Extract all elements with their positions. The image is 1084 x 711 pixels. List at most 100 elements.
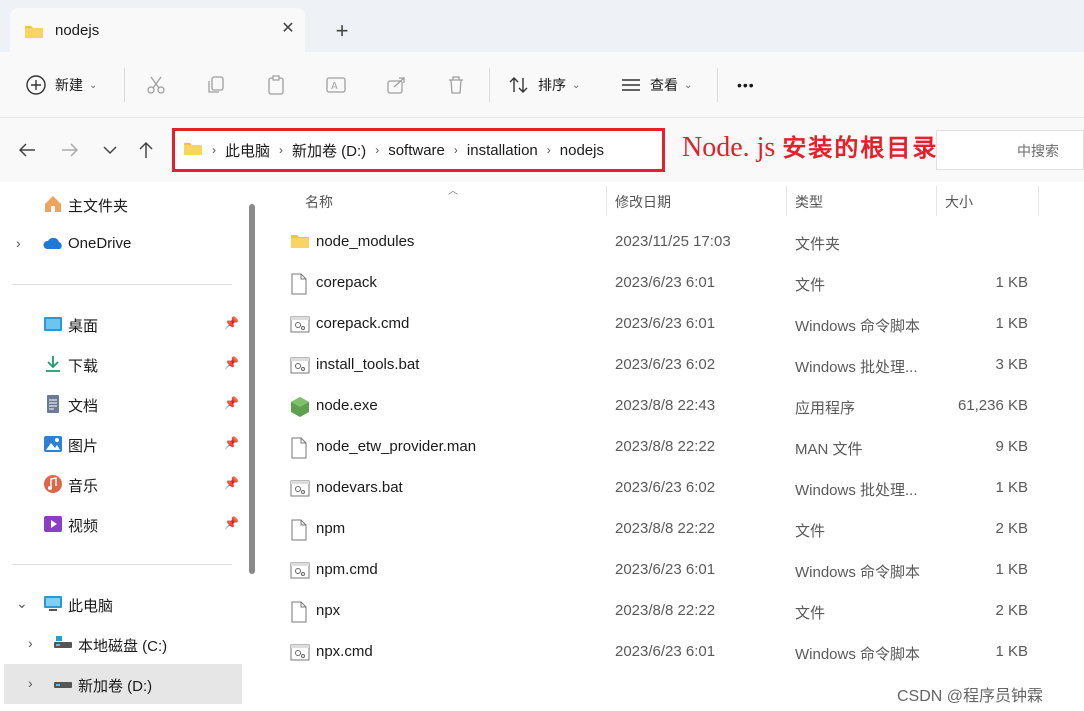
file-row[interactable]: npm.cmd 2023/6/23 6:01 Windows 命令脚本 1 KB <box>270 550 1070 591</box>
chevron-right-icon[interactable]: › <box>16 235 21 251</box>
sidebar-item-documents[interactable]: 文档 📌 <box>0 384 242 424</box>
file-date: 2023/8/8 22:22 <box>615 438 716 455</box>
file-date: 2023/8/8 22:22 <box>615 602 716 619</box>
chevron-right-icon: › <box>453 143 458 157</box>
file-row[interactable]: npx.cmd 2023/6/23 6:01 Windows 命令脚本 1 KB <box>270 632 1070 673</box>
pin-icon[interactable]: 📌 <box>224 476 239 490</box>
breadcrumb-software[interactable]: software <box>388 142 445 159</box>
folder-icon <box>24 23 44 43</box>
chevron-right-icon[interactable]: › <box>28 675 33 691</box>
pin-icon[interactable]: 📌 <box>224 396 239 410</box>
file-size: 1 KB <box>995 561 1028 578</box>
file-name: nodevars.bat <box>316 479 403 496</box>
breadcrumb-this-pc[interactable]: 此电脑 <box>225 140 270 161</box>
cut-button[interactable] <box>145 72 167 98</box>
sidebar-item-label: 文档 <box>68 398 99 415</box>
script-icon <box>290 560 310 582</box>
file-size: 1 KB <box>995 274 1028 291</box>
file-name: node_modules <box>316 233 415 250</box>
forward-arrow-icon[interactable] <box>58 138 82 162</box>
sidebar-item-music[interactable]: 音乐 📌 <box>0 464 242 504</box>
delete-button[interactable] <box>445 72 467 98</box>
file-type: Windows 批处理... <box>795 482 918 499</box>
column-divider[interactable] <box>1038 186 1039 216</box>
file-name: npm <box>316 520 346 537</box>
file-icon <box>290 519 310 541</box>
tab-bar: nodejs ✕ + <box>0 0 1084 52</box>
paste-button[interactable] <box>265 72 287 98</box>
drive-icon <box>53 674 73 694</box>
column-header-date[interactable]: 修改日期 <box>615 192 671 212</box>
breadcrumb-drive-d[interactable]: 新加卷 (D:) <box>292 140 366 161</box>
new-button[interactable]: 新建 ⌄ <box>25 72 97 98</box>
rename-button[interactable]: A <box>325 72 347 98</box>
view-button[interactable]: 查看 ⌄ <box>620 72 692 98</box>
copy-button[interactable] <box>205 72 227 98</box>
file-row[interactable]: install_tools.bat 2023/6/23 6:02 Windows 批… <box>270 345 1070 386</box>
sidebar-item-this-pc[interactable]: ⌄ 此电脑 <box>0 584 242 624</box>
view-label: 查看 <box>650 77 678 93</box>
recent-locations-chevron-icon[interactable] <box>98 138 122 162</box>
file-row[interactable]: nodevars.bat 2023/6/23 6:02 Windows 批处理...… <box>270 468 1070 509</box>
column-divider[interactable] <box>936 186 937 216</box>
sidebar-item-label: 下载 <box>68 358 99 375</box>
file-name: node_etw_provider.man <box>316 438 477 455</box>
pin-icon[interactable]: 📌 <box>224 356 239 370</box>
file-date: 2023/6/23 6:01 <box>615 643 716 660</box>
file-row[interactable]: node_etw_provider.man 2023/8/8 22:22 MAN 文… <box>270 427 1070 468</box>
chevron-right-icon[interactable]: › <box>28 635 33 651</box>
file-row[interactable]: node.exe 2023/8/8 22:43 应用程序 61,236 KB <box>270 386 1070 427</box>
file-type: 文件 <box>795 605 826 622</box>
file-row[interactable]: npx 2023/8/8 22:22 文件 2 KB <box>270 591 1070 632</box>
sidebar-item-pictures[interactable]: 图片 📌 <box>0 424 242 464</box>
more-options-button[interactable]: ••• <box>737 72 755 98</box>
column-header-name[interactable]: 名称 <box>305 192 333 212</box>
script-icon <box>290 314 310 336</box>
chevron-down-icon: ⌄ <box>684 79 693 91</box>
sidebar-item-videos[interactable]: 视频 📌 <box>0 504 242 544</box>
sidebar-item-drive-c[interactable]: › 本地磁盘 (C:) <box>0 624 242 664</box>
sidebar-item-onedrive[interactable]: › OneDrive <box>0 224 242 264</box>
pin-icon[interactable]: 📌 <box>224 316 239 330</box>
sidebar-scrollbar[interactable] <box>249 204 255 574</box>
column-divider[interactable] <box>606 186 607 216</box>
breadcrumb-nodejs[interactable]: nodejs <box>560 142 604 159</box>
up-arrow-icon[interactable] <box>134 138 158 162</box>
chevron-down-icon: ⌄ <box>572 79 581 91</box>
column-header-size[interactable]: 大小 <box>945 192 973 212</box>
share-button[interactable] <box>385 72 407 98</box>
sidebar-item-label: 桌面 <box>68 318 99 335</box>
search-input[interactable]: 中搜索 <box>936 130 1084 170</box>
share-icon <box>385 74 407 96</box>
scissors-icon <box>145 74 167 96</box>
pin-icon[interactable]: 📌 <box>224 516 239 530</box>
file-row[interactable]: corepack.cmd 2023/6/23 6:01 Windows 命令脚本 1 … <box>270 304 1070 345</box>
back-arrow-icon[interactable] <box>15 138 39 162</box>
pin-icon[interactable]: 📌 <box>224 436 239 450</box>
chevron-down-icon: ⌄ <box>89 79 98 91</box>
file-name: node.exe <box>316 397 378 414</box>
new-tab-button[interactable]: + <box>330 19 354 43</box>
folder-icon <box>183 140 203 160</box>
sidebar-item-downloads[interactable]: 下载 📌 <box>0 344 242 384</box>
sidebar-item-label: 音乐 <box>68 478 99 495</box>
sort-icon <box>508 74 530 96</box>
tab-nodejs[interactable]: nodejs ✕ <box>10 8 305 52</box>
column-divider[interactable] <box>786 186 787 216</box>
close-tab-icon[interactable]: ✕ <box>278 19 298 39</box>
file-row[interactable]: node_modules 2023/11/25 17:03 文件夹 <box>270 222 1070 263</box>
sort-button[interactable]: 排序 ⌄ <box>508 72 580 98</box>
file-row[interactable]: corepack 2023/6/23 6:01 文件 1 KB <box>270 263 1070 304</box>
sidebar-item-desktop[interactable]: 桌面 📌 <box>0 304 242 344</box>
toolbar-divider <box>717 68 718 102</box>
file-date: 2023/8/8 22:43 <box>615 397 716 414</box>
breadcrumb-installation[interactable]: installation <box>467 142 538 159</box>
chevron-right-icon: › <box>375 143 380 157</box>
file-size: 9 KB <box>995 438 1028 455</box>
chevron-down-icon[interactable]: ⌄ <box>16 595 28 612</box>
sidebar-item-drive-d[interactable]: › 新加卷 (D:) <box>4 664 242 704</box>
address-bar[interactable]: › 此电脑 › 新加卷 (D:) › software › installati… <box>172 128 665 172</box>
file-row[interactable]: npm 2023/8/8 22:22 文件 2 KB <box>270 509 1070 550</box>
column-header-type[interactable]: 类型 <box>795 192 823 212</box>
sidebar-item-home[interactable]: 主文件夹 <box>0 184 242 224</box>
